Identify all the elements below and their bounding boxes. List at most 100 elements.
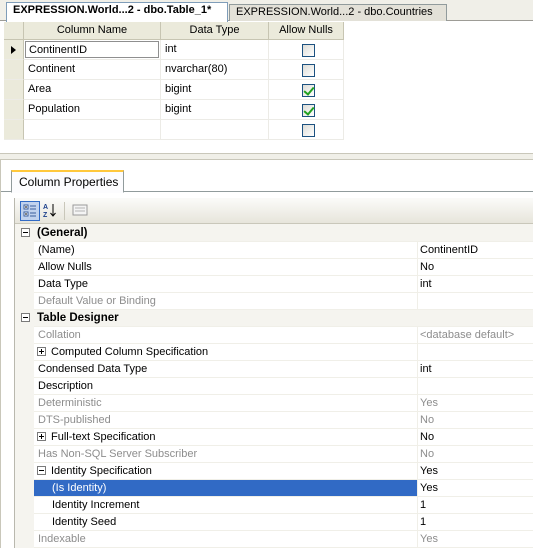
table-row[interactable]: Area bigint — [4, 80, 344, 100]
table-row[interactable]: Continent nvarchar(80) — [4, 60, 344, 80]
row-gutter — [15, 378, 34, 395]
property-value[interactable] — [417, 344, 533, 361]
allow-nulls-checkbox[interactable] — [302, 44, 315, 57]
property-value[interactable]: int — [417, 276, 533, 293]
property-name: Deterministic — [34, 395, 417, 412]
allow-nulls-cell — [269, 120, 344, 140]
property-row[interactable]: Full-text Specification No — [15, 429, 533, 446]
data-type-cell[interactable]: bigint — [161, 80, 269, 100]
column-name-cell[interactable] — [24, 120, 161, 140]
row-gutter — [15, 361, 34, 378]
collapse-icon[interactable] — [37, 466, 46, 475]
data-type-cell[interactable] — [161, 120, 269, 140]
category-table-designer[interactable]: Table Designer — [15, 310, 533, 327]
property-row[interactable]: Has Non-SQL Server Subscriber No — [15, 446, 533, 463]
property-value[interactable] — [417, 378, 533, 395]
collapse-icon[interactable] — [21, 228, 30, 237]
property-row-selected[interactable]: (Is Identity) Yes — [15, 480, 533, 497]
property-row[interactable]: Data Type int — [15, 276, 533, 293]
property-value[interactable]: No — [417, 412, 533, 429]
row-selector[interactable] — [4, 100, 24, 120]
property-value[interactable]: No — [417, 446, 533, 463]
table-row[interactable]: ContinentID int — [4, 40, 344, 60]
property-row[interactable]: Condensed Data Type int — [15, 361, 533, 378]
row-gutter — [15, 259, 34, 276]
allow-nulls-cell — [269, 40, 344, 60]
column-name-editor[interactable]: ContinentID — [25, 41, 159, 58]
property-value[interactable]: int — [417, 361, 533, 378]
allow-nulls-checkbox[interactable] — [302, 124, 315, 137]
allow-nulls-cell — [269, 80, 344, 100]
pane-splitter[interactable] — [0, 153, 533, 160]
property-name: Default Value or Binding — [34, 293, 417, 310]
property-row[interactable]: Identity Specification Yes — [15, 463, 533, 480]
tab-table-1[interactable]: EXPRESSION.World...2 - dbo.Table_1* — [6, 2, 228, 22]
data-type-cell[interactable]: nvarchar(80) — [161, 60, 269, 80]
property-row[interactable]: Description — [15, 378, 533, 395]
row-selector[interactable] — [4, 80, 24, 100]
column-name-cell[interactable]: ContinentID — [24, 40, 161, 60]
property-row[interactable]: (Name) ContinentID — [15, 242, 533, 259]
categorized-button[interactable] — [20, 201, 40, 221]
row-selector[interactable] — [4, 120, 24, 140]
expand-icon[interactable] — [37, 432, 46, 441]
row-gutter — [15, 446, 34, 463]
column-name-cell[interactable]: Area — [24, 80, 161, 100]
tab-column-properties[interactable]: Column Properties — [11, 170, 124, 193]
data-type-header[interactable]: Data Type — [161, 22, 269, 40]
table-row[interactable]: Population bigint — [4, 100, 344, 120]
property-row[interactable]: Computed Column Specification — [15, 344, 533, 361]
allow-nulls-checkbox[interactable] — [302, 64, 315, 77]
row-selector[interactable] — [4, 40, 24, 60]
property-name: Indexable — [34, 531, 417, 548]
property-row[interactable]: Default Value or Binding — [15, 293, 533, 310]
property-value[interactable]: Yes — [417, 480, 533, 497]
column-name-cell[interactable]: Population — [24, 100, 161, 120]
property-name: Identity Specification — [34, 463, 417, 480]
row-gutter — [15, 514, 34, 531]
property-value[interactable]: Yes — [417, 463, 533, 480]
collapse-icon[interactable] — [21, 313, 30, 322]
property-row[interactable]: Identity Seed 1 — [15, 514, 533, 531]
property-row[interactable]: Deterministic Yes — [15, 395, 533, 412]
property-pages-button[interactable] — [71, 201, 91, 221]
row-gutter — [15, 412, 34, 429]
property-row[interactable]: Indexable Yes — [15, 531, 533, 548]
allow-nulls-checkbox[interactable] — [302, 84, 315, 97]
property-grid: A Z (General) (Name) ContinentID Allow N… — [14, 198, 533, 548]
property-name: (Is Identity) — [34, 480, 417, 497]
svg-text:A: A — [43, 204, 48, 211]
column-name-header[interactable]: Column Name — [24, 22, 161, 40]
property-value[interactable]: <database default> — [417, 327, 533, 344]
expand-icon[interactable] — [37, 347, 46, 356]
allow-nulls-cell — [269, 100, 344, 120]
data-type-cell[interactable]: bigint — [161, 100, 269, 120]
property-value[interactable]: 1 — [417, 514, 533, 531]
alphabetical-button[interactable]: A Z — [41, 201, 61, 221]
property-name: Has Non-SQL Server Subscriber — [34, 446, 417, 463]
property-value[interactable]: No — [417, 259, 533, 276]
property-row[interactable]: DTS-published No — [15, 412, 533, 429]
allow-nulls-checkbox[interactable] — [302, 104, 315, 117]
column-properties-panel: Column Properties A Z (General) (Name) C… — [0, 160, 533, 548]
row-gutter — [15, 463, 34, 480]
data-type-cell[interactable]: int — [161, 40, 269, 60]
row-selector[interactable] — [4, 60, 24, 80]
property-value[interactable]: Yes — [417, 395, 533, 412]
property-row[interactable]: Identity Increment 1 — [15, 497, 533, 514]
category-general[interactable]: (General) — [15, 225, 533, 242]
column-name-cell[interactable]: Continent — [24, 60, 161, 80]
column-grid: Column Name Data Type Allow Nulls Contin… — [0, 22, 533, 153]
property-value[interactable]: ContinentID — [417, 242, 533, 259]
property-value[interactable] — [417, 293, 533, 310]
table-row[interactable] — [4, 120, 344, 140]
property-value[interactable]: No — [417, 429, 533, 446]
document-tab-strip: EXPRESSION.World...2 - dbo.Table_1* EXPR… — [0, 0, 533, 22]
property-row[interactable]: Collation <database default> — [15, 327, 533, 344]
row-gutter — [15, 429, 34, 446]
allow-nulls-header[interactable]: Allow Nulls — [269, 22, 344, 40]
tab-countries[interactable]: EXPRESSION.World...2 - dbo.Countries — [229, 4, 447, 21]
property-row[interactable]: Allow Nulls No — [15, 259, 533, 276]
property-value[interactable]: Yes — [417, 531, 533, 548]
property-value[interactable]: 1 — [417, 497, 533, 514]
